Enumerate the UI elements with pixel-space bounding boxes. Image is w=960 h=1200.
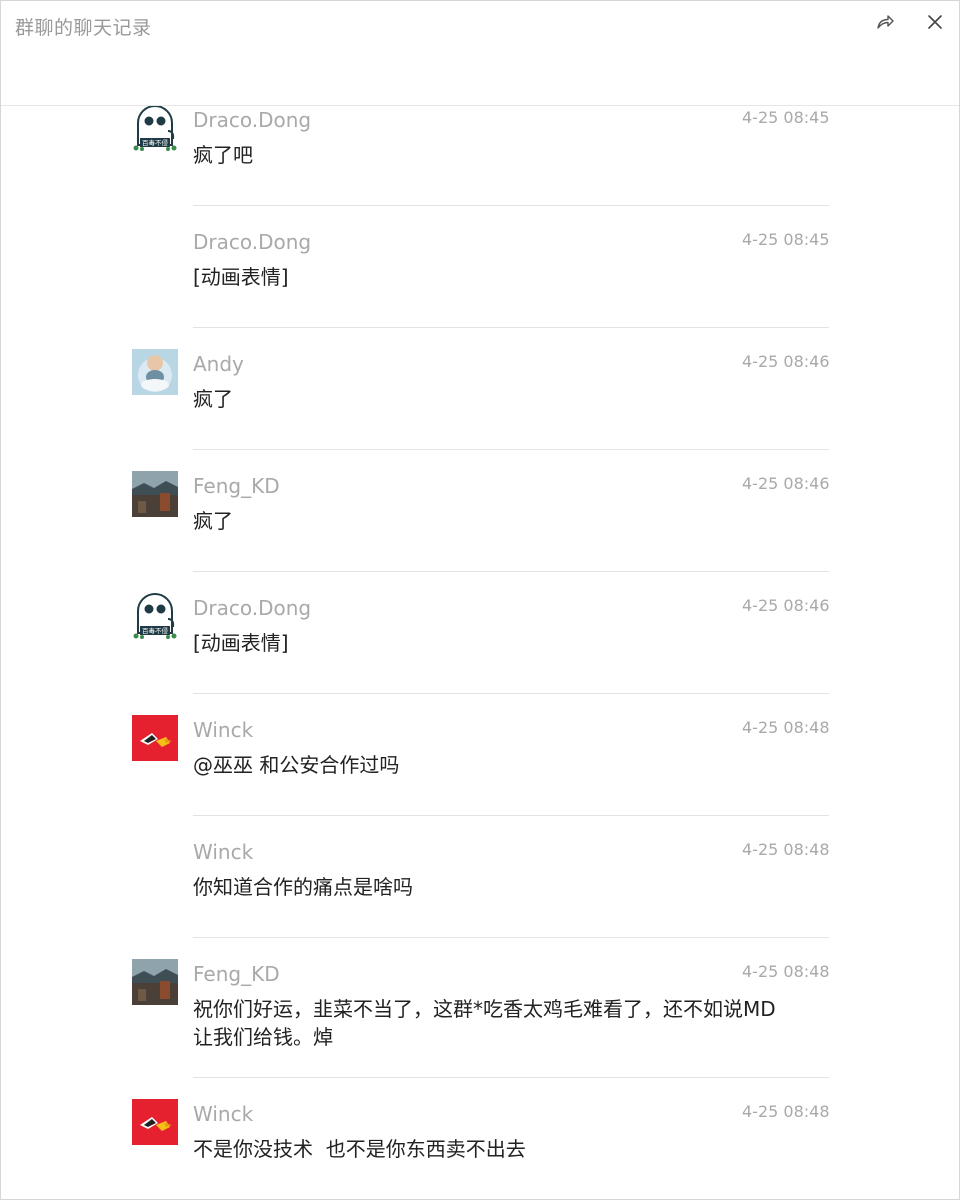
sender-name: Draco.Dong bbox=[193, 108, 312, 132]
divider bbox=[193, 1077, 829, 1078]
message-time: 4-25 08:46 bbox=[742, 352, 830, 371]
message-text: 疯了 bbox=[193, 387, 233, 411]
divider bbox=[193, 449, 829, 450]
message-time: 4-25 08:48 bbox=[742, 962, 830, 981]
svg-text:百毒不侵: 百毒不侵 bbox=[142, 138, 169, 147]
chat-history-window: 百毒不侵 Draco.Dong 4-25 08:45 疯了吧 Draco.Don… bbox=[0, 0, 960, 1200]
sender-name: Draco.Dong bbox=[193, 596, 312, 620]
close-icon bbox=[928, 15, 942, 29]
message-time: 4-25 08:45 bbox=[742, 230, 830, 249]
avatar-bird[interactable] bbox=[132, 715, 178, 761]
message-time: 4-25 08:46 bbox=[742, 474, 830, 493]
message-text: 不是你没技术 也不是你东西卖不出去 bbox=[193, 1137, 526, 1161]
bird-avatar-image bbox=[132, 1099, 178, 1145]
svg-text:百毒不侵: 百毒不侵 bbox=[142, 626, 169, 635]
sender-name: Andy bbox=[193, 352, 244, 376]
message-text: [动画表情] bbox=[193, 631, 289, 655]
sender-name: Winck bbox=[193, 1102, 254, 1126]
share-forward-icon bbox=[877, 15, 894, 29]
avatar-ghost[interactable]: 百毒不侵 bbox=[132, 105, 178, 151]
divider bbox=[193, 693, 829, 694]
message-text: @巫巫 和公安合作过吗 bbox=[193, 753, 400, 777]
message-time: 4-25 08:48 bbox=[742, 1102, 830, 1121]
sender-name: Draco.Dong bbox=[193, 230, 312, 254]
message-text: [动画表情] bbox=[193, 265, 289, 289]
bird-avatar-image bbox=[132, 715, 178, 761]
avatar-ghost[interactable]: 百毒不侵 bbox=[132, 593, 178, 639]
message-time: 4-25 08:48 bbox=[742, 718, 830, 737]
avatar-bird[interactable] bbox=[132, 1099, 178, 1145]
avatar-landscape[interactable] bbox=[132, 959, 178, 1005]
landscape-avatar-image bbox=[132, 959, 178, 1005]
sender-name: Winck bbox=[193, 840, 254, 864]
baby-avatar-image bbox=[132, 349, 178, 395]
window-title: 群聊的聊天记录 bbox=[15, 17, 152, 39]
divider bbox=[193, 571, 829, 572]
message-list[interactable]: 百毒不侵 Draco.Dong 4-25 08:45 疯了吧 Draco.Don… bbox=[1, 1, 959, 1199]
close-button[interactable] bbox=[922, 9, 948, 35]
sender-name: Feng_KD bbox=[193, 474, 280, 498]
message-text: 祝你们好运，韭菜不当了，这群*吃香太鸡毛难看了，还不如说MD让我们给钱。焯 bbox=[193, 997, 776, 1049]
landscape-avatar-image bbox=[132, 471, 178, 517]
message-text: 疯了吧 bbox=[193, 143, 253, 167]
message-text: 疯了 bbox=[193, 509, 233, 533]
ghost-avatar-image: 百毒不侵 bbox=[132, 105, 178, 151]
message-text: 你知道合作的痛点是啥吗 bbox=[193, 875, 413, 899]
divider bbox=[193, 815, 829, 816]
avatar-baby[interactable] bbox=[132, 349, 178, 395]
share-button[interactable] bbox=[872, 9, 898, 35]
divider bbox=[193, 205, 829, 206]
sender-name: Winck bbox=[193, 718, 254, 742]
sender-name: Feng_KD bbox=[193, 962, 280, 986]
message-time: 4-25 08:48 bbox=[742, 840, 830, 859]
avatar-landscape[interactable] bbox=[132, 471, 178, 517]
ghost-avatar-image: 百毒不侵 bbox=[132, 593, 178, 639]
window-header: 群聊的聊天记录 bbox=[1, 1, 959, 106]
divider bbox=[193, 327, 829, 328]
message-time: 4-25 08:45 bbox=[742, 108, 830, 127]
message-time: 4-25 08:46 bbox=[742, 596, 830, 615]
divider bbox=[193, 937, 829, 938]
